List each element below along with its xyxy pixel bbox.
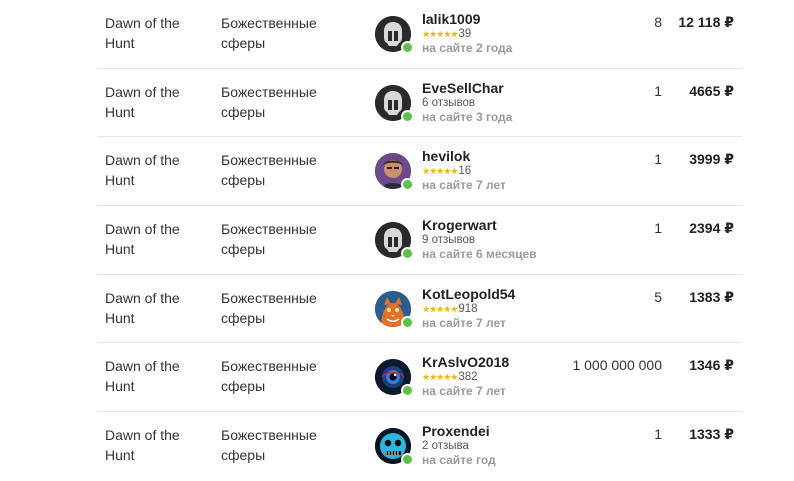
online-indicator <box>401 247 414 261</box>
seller-info: lalik1009 ★★★★★ 39 на сайте 2 года <box>422 11 622 55</box>
seller-avatar[interactable] <box>375 16 414 54</box>
seller-avatar[interactable] <box>375 84 414 123</box>
online-indicator <box>401 109 414 123</box>
offer-amount: 5 <box>654 288 662 305</box>
seller-name[interactable]: EveSellChar <box>422 80 622 96</box>
online-indicator <box>401 315 414 329</box>
offer-row[interactable]: Dawn of the Hunt Божественные сферы Krog… <box>97 206 742 275</box>
reviews-count: 382 <box>458 371 478 384</box>
offer-amount: 1 000 000 000 <box>572 357 662 374</box>
offer-price: 1383 ₽ <box>689 288 734 305</box>
reviews-count: 39 <box>458 28 472 40</box>
offer-amount: 1 <box>654 426 662 443</box>
offer-amount: 1 <box>654 151 662 168</box>
reviews-count: 2 отзыва <box>422 440 469 453</box>
game-name: Dawn of the Hunt <box>105 221 180 258</box>
category-name: Божественные сферы <box>221 289 317 326</box>
category-name: Божественные сферы <box>221 427 317 464</box>
category-name: Божественные сферы <box>221 358 317 395</box>
seller-info: hevilok ★★★★★ 16 на сайте 7 лет <box>422 148 622 192</box>
offer-row[interactable]: Dawn of the Hunt Божественные сферы Prox… <box>97 412 742 481</box>
offer-amount: 1 <box>654 220 662 237</box>
offer-price: 12 118 ₽ <box>678 14 734 30</box>
seller-avatar[interactable] <box>375 222 414 261</box>
reviews-count: 9 отзывов <box>422 234 476 247</box>
seller-since: на сайте 7 лет <box>422 178 506 193</box>
category-name: Божественные сферы <box>221 221 317 258</box>
seller-since: на сайте 7 лет <box>422 315 506 330</box>
online-indicator <box>401 41 414 54</box>
seller-info: EveSellChar 6 отзывов на сайте 3 года <box>422 80 622 124</box>
seller-name[interactable]: lalik1009 <box>422 11 622 27</box>
seller-since: на сайте год <box>422 453 496 468</box>
seller-since: на сайте 7 лет <box>422 384 506 399</box>
reviews-count: 6 отзывов <box>422 96 476 109</box>
seller-since: на сайте 6 месяцев <box>422 247 537 262</box>
seller-avatar[interactable] <box>375 290 414 329</box>
offer-row[interactable]: Dawn of the Hunt Божественные сферы KotL… <box>97 275 742 344</box>
offer-row[interactable]: Dawn of the Hunt Божественные сферы EveS… <box>97 69 742 138</box>
rating-stars-icon: ★★★★★ <box>422 372 458 383</box>
rating-stars-icon: ★★★★★ <box>422 29 458 39</box>
reviews-count: 918 <box>458 302 478 315</box>
seller-name[interactable]: Proxendei <box>422 423 622 439</box>
game-name: Dawn of the Hunt <box>105 358 180 395</box>
category-name: Божественные сферы <box>221 83 317 120</box>
rating-stars-icon: ★★★★★ <box>422 303 458 314</box>
online-indicator <box>401 178 414 192</box>
offer-amount: 1 <box>654 82 662 99</box>
offer-price: 1333 ₽ <box>689 426 734 443</box>
seller-avatar[interactable] <box>375 359 414 398</box>
offer-row[interactable]: Dawn of the Hunt Божественные сферы hevi… <box>97 137 742 207</box>
offer-price: 1346 ₽ <box>689 357 734 374</box>
offer-row[interactable]: Dawn of the Hunt Божественные сферы lali… <box>97 0 742 69</box>
game-name: Dawn of the Hunt <box>105 152 180 189</box>
seller-avatar[interactable] <box>375 428 414 467</box>
reviews-count: 16 <box>458 165 472 178</box>
game-name: Dawn of the Hunt <box>105 83 180 120</box>
category-name: Божественные сферы <box>221 15 317 51</box>
seller-info: Proxendei 2 отзыва на сайте год <box>422 423 622 467</box>
game-name: Dawn of the Hunt <box>105 427 180 464</box>
seller-since: на сайте 3 года <box>422 109 513 124</box>
seller-info: Krogerwart 9 отзывов на сайте 6 месяцев <box>422 217 622 261</box>
online-indicator <box>401 384 414 398</box>
seller-name[interactable]: KotLeopold54 <box>422 286 622 302</box>
game-name: Dawn of the Hunt <box>105 15 180 51</box>
seller-info: KotLeopold54 ★★★★★ 918 на сайте 7 лет <box>422 286 622 330</box>
seller-since: на сайте 2 года <box>422 41 513 55</box>
game-name: Dawn of the Hunt <box>105 289 180 326</box>
seller-name[interactable]: Krogerwart <box>422 217 622 233</box>
offer-row[interactable]: Dawn of the Hunt Божественные сферы KrAs… <box>97 343 742 413</box>
offer-price: 4665 ₽ <box>689 82 734 99</box>
online-indicator <box>401 453 414 467</box>
rating-stars-icon: ★★★★★ <box>422 166 458 177</box>
offers-list: Dawn of the Hunt Божественные сферы lali… <box>97 0 742 481</box>
offer-price: 2394 ₽ <box>689 220 734 237</box>
offer-amount: 8 <box>654 14 662 30</box>
seller-name[interactable]: hevilok <box>422 148 622 164</box>
seller-avatar[interactable] <box>375 153 414 192</box>
offer-price: 3999 ₽ <box>689 151 734 168</box>
category-name: Божественные сферы <box>221 152 317 189</box>
